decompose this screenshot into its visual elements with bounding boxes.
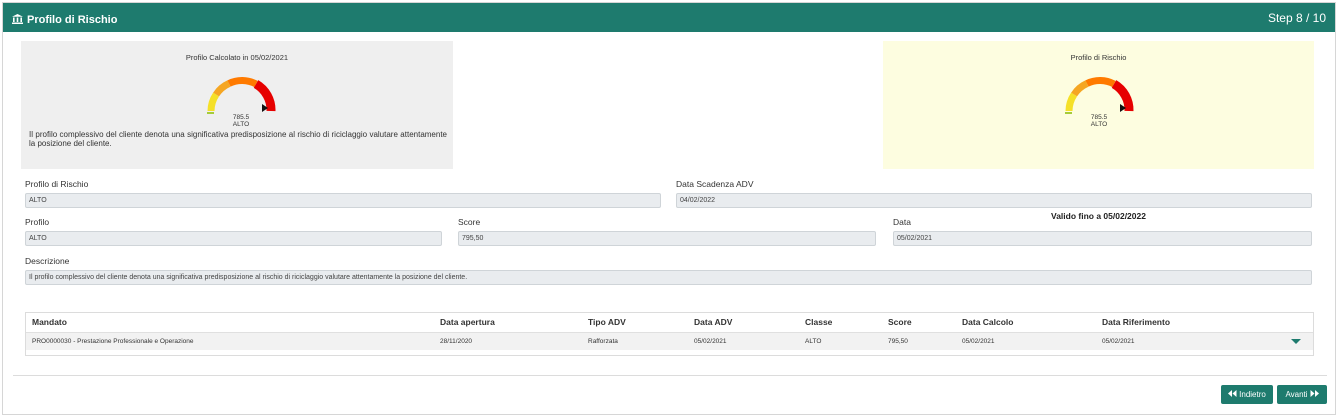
column-header-data-adv[interactable]: Data ADV xyxy=(694,317,732,327)
profilo-label: Profilo xyxy=(25,217,50,227)
calculated-profile-description: Il profilo complessivo del cliente denot… xyxy=(29,130,447,148)
data-label: Data xyxy=(893,217,911,227)
bank-icon xyxy=(12,11,23,29)
cell-data-adv: 05/02/2021 xyxy=(694,338,727,345)
valid-until-text: Valido fino a 05/02/2022 xyxy=(1051,211,1146,221)
column-header-tipo-adv[interactable]: Tipo ADV xyxy=(588,317,626,327)
column-header-score[interactable]: Score xyxy=(888,317,912,327)
cell-mandato: PRO0000030 - Prestazione Professionale e… xyxy=(32,338,194,345)
gauge-score: 785.5 xyxy=(1090,114,1108,121)
profilo-rischio-field[interactable]: ALTO xyxy=(25,193,661,208)
column-header-data-riferimento[interactable]: Data Riferimento xyxy=(1102,317,1170,327)
profilo-rischio-label: Profilo di Rischio xyxy=(25,179,89,189)
next-button-label: Avanti xyxy=(1285,390,1308,399)
table-header-row: Mandato Data apertura Tipo ADV Data ADV … xyxy=(26,313,1313,331)
cell-tipo-adv: Rafforzata xyxy=(588,338,618,345)
next-button[interactable]: Avanti xyxy=(1277,385,1327,404)
profilo-field[interactable]: ALTO xyxy=(25,231,442,246)
mandates-table: Mandato Data apertura Tipo ADV Data ADV … xyxy=(25,312,1314,356)
gauge-arc xyxy=(207,77,276,114)
score-label: Score xyxy=(458,217,481,227)
double-right-arrow-icon xyxy=(1310,390,1319,399)
back-button[interactable]: Indietro xyxy=(1221,385,1273,404)
data-field[interactable]: 05/02/2021 xyxy=(893,231,1312,246)
column-header-data-calcolo[interactable]: Data Calcolo xyxy=(962,317,1014,327)
data-scadenza-field[interactable]: 04/02/2022 xyxy=(676,193,1312,208)
risk-profile-title: Profilo di Rischio xyxy=(1070,53,1127,62)
risk-profile-panel: Profilo di Rischio 785.5 ALTO xyxy=(883,41,1314,169)
back-button-label: Indietro xyxy=(1239,390,1266,399)
column-header-classe[interactable]: Classe xyxy=(805,317,832,327)
table-row[interactable]: PRO0000030 - Prestazione Professionale e… xyxy=(26,332,1313,350)
gauge-arc xyxy=(1065,77,1134,114)
risk-gauge-calculated: 785.5 ALTO xyxy=(201,77,281,137)
gauge-level: ALTO xyxy=(1090,121,1108,128)
descrizione-label: Descrizione xyxy=(25,256,70,266)
column-header-mandato[interactable]: Mandato xyxy=(32,317,67,327)
cell-data-riferimento: 05/02/2021 xyxy=(1102,338,1135,345)
cell-data-apertura: 28/11/2020 xyxy=(440,338,473,345)
cell-score: 795,50 xyxy=(888,338,908,345)
page-title: Profilo di Rischio xyxy=(27,14,118,26)
gauge-score: 785.5 xyxy=(232,114,250,121)
calculated-profile-title: Profilo Calcolato in 05/02/2021 xyxy=(185,53,289,62)
header-bar: Profilo di Rischio Step 8 / 10 xyxy=(3,3,1335,32)
footer-divider xyxy=(13,375,1327,376)
score-field[interactable]: 795,50 xyxy=(458,231,876,246)
column-header-data-apertura[interactable]: Data apertura xyxy=(440,317,495,327)
header-title-group: Profilo di Rischio xyxy=(12,11,117,29)
risk-gauge: 785.5 ALTO xyxy=(1059,77,1139,137)
expand-row-icon[interactable] xyxy=(1291,339,1301,344)
step-indicator: Step 8 / 10 xyxy=(1267,11,1326,25)
descrizione-field[interactable]: Il profilo complessivo del cliente denot… xyxy=(25,270,1312,285)
cell-data-calcolo: 05/02/2021 xyxy=(962,338,995,345)
data-scadenza-label: Data Scadenza ADV xyxy=(676,179,754,189)
calculated-profile-panel: Profilo Calcolato in 05/02/2021 785.5 AL… xyxy=(21,41,453,169)
cell-classe: ALTO xyxy=(805,338,822,345)
gauge-level: ALTO xyxy=(232,121,250,128)
profile-window: Profilo di Rischio Step 8 / 10 Profilo C… xyxy=(2,2,1336,415)
double-left-arrow-icon xyxy=(1228,390,1237,399)
